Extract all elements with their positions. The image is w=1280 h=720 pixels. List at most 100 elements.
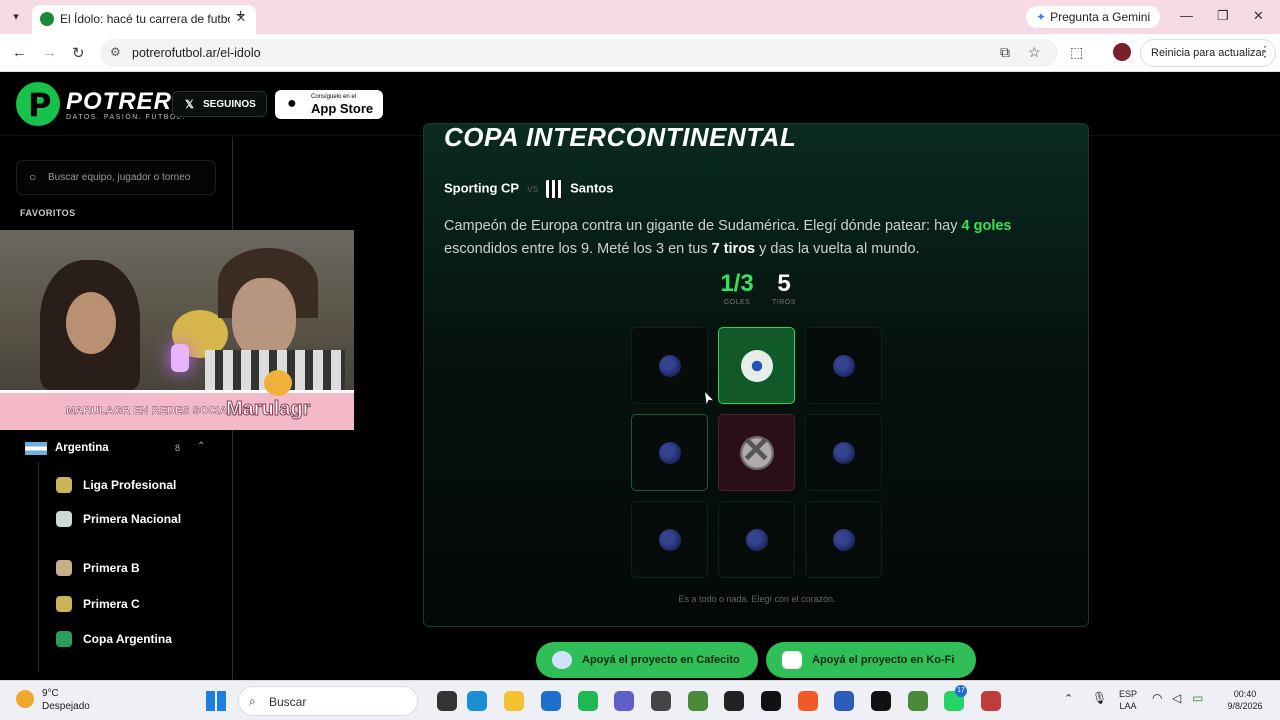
tab-search-menu-icon[interactable]: ▾ [6,8,26,26]
bear-sticker-icon [264,370,292,396]
chrome-active-icon[interactable] [981,691,1001,711]
potrero-logo-icon[interactable] [16,82,60,126]
shot-cell-hidden[interactable] [805,327,882,404]
window-close-icon[interactable]: ✕ [1253,8,1264,24]
whatsapp-badge: 17 [955,685,967,697]
clock[interactable]: 00:40 9/8/2026 [1222,688,1268,712]
taskbar-search-icon: ⌕ [249,694,256,708]
new-tab-icon[interactable]: + [236,7,245,25]
gemini-button[interactable]: ✦ Pregunta a Gemini [1026,6,1161,28]
maximize-icon[interactable]: ❐ [1217,8,1229,24]
file-explorer-icon[interactable] [504,691,524,711]
site-favicon-icon [40,12,54,26]
league-name: Copa Argentina [83,632,172,646]
edge-icon[interactable] [467,691,487,711]
team-home: Sporting CP [444,180,520,196]
volume-icon[interactable]: ◁ [1172,692,1181,704]
cafecito-icon [552,651,572,669]
store-icon[interactable] [541,691,561,711]
shot-cell-hidden[interactable] [718,501,795,578]
shot-cell-hidden[interactable] [805,501,882,578]
kofi-heart-icon [782,651,802,669]
soccer-ball-icon [659,529,681,551]
chrome-icon[interactable] [688,691,708,711]
sidebar-search-input[interactable]: ○ Buscar equipo, jugador o torneo [16,160,216,195]
bookmark-star-icon[interactable]: ☆ [1028,44,1041,61]
follow-label: SEGUINOS [203,99,256,110]
weather-moon-icon[interactable] [16,690,34,708]
lang-2: LAA [1119,701,1137,711]
vs-label: vs [527,183,539,196]
task-view-icon[interactable] [437,691,457,711]
kofi-label: Apoyá el proyecto en Ko-Fi [812,654,955,666]
chatgpt-icon[interactable] [871,691,891,711]
site-info-icon[interactable]: ⚙ [110,45,121,59]
soccer-ball-icon [659,355,681,377]
stream-banner: MARULAGR EN REDES SOCIALES Marulagr [0,390,354,430]
language-indicator[interactable]: ESP LAA [1116,688,1140,712]
league-crest-icon [56,511,72,527]
argentina-flag-icon [25,442,47,455]
league-name: Primera C [83,597,140,611]
taskbar-search[interactable]: ⌕ Buscar [238,686,418,716]
reload-icon[interactable]: ↻ [72,44,85,62]
santos-crest-icon [546,180,563,198]
shot-grid: ✕ [631,327,882,578]
relaunch-button[interactable]: Reinicia para actualizar [1140,39,1277,67]
shot-cell-miss[interactable]: ✕ [718,414,795,491]
microphone-icon[interactable]: 🎙 [1092,692,1107,704]
word-icon[interactable] [834,691,854,711]
spotify-icon[interactable] [578,691,598,711]
miss-x-icon: ✕ [741,429,772,470]
browser-menu-icon[interactable]: ⋮ [1258,43,1272,60]
tray-overflow-icon[interactable]: ⌃ [1064,693,1073,705]
omnibox[interactable]: ⚙ potrerofutbol.ar/el-idolo [100,39,1058,67]
minimize-icon[interactable]: — [1180,8,1193,23]
sidebar-country-argentina[interactable]: Argentina 8 ⌃ [25,440,215,456]
app-icon[interactable] [761,691,781,711]
extensions-icon[interactable]: ⬚ [1070,44,1083,61]
search-icon: ○ [29,170,37,184]
weather-desc: Despejado [42,701,90,712]
shots-value: 5 [777,270,791,297]
desc-text-1: Campeón de Europa contra un gigante de S… [444,218,962,234]
cup-title: COPA INTERCONTINENTAL [444,123,797,152]
shot-cell-hidden[interactable] [631,501,708,578]
league-crest-icon [56,596,72,612]
league-name: Liga Profesional [83,478,177,492]
wifi-icon[interactable]: ◠ [1152,692,1162,704]
appstore-big-label: App Store [311,101,374,116]
chevron-up-icon[interactable]: ⌃ [197,441,205,452]
shot-cell-hidden[interactable] [805,414,882,491]
app-icon[interactable] [651,691,671,711]
shot-cell-hidden[interactable] [631,327,708,404]
app-store-button[interactable]: ● Consíguelo en el App Store [275,90,383,119]
soccer-ball-icon [741,350,773,382]
league-crest-icon [56,477,72,493]
weather-temp: 9°C [42,688,59,699]
profile-avatar[interactable] [1113,43,1131,61]
battery-icon[interactable]: ▭ [1192,692,1203,704]
tree-line [38,462,39,672]
chrome-profile-icon[interactable] [724,691,744,711]
teams-icon[interactable] [614,691,634,711]
follow-x-button[interactable]: 𝕏 SEGUINOS [172,91,267,117]
cafecito-button[interactable]: Apoyá el proyecto en Cafecito [536,642,758,678]
banner-logo: Marulagr [225,398,311,421]
shot-cell-goal[interactable] [718,327,795,404]
kofi-button[interactable]: Apoyá el proyecto en Ko-Fi [766,642,976,678]
match-line: Sporting CP vs Santos [444,180,613,198]
install-app-icon[interactable]: ⧉ [1000,44,1010,61]
windows-start-icon[interactable] [206,691,226,711]
forward-icon[interactable]: → [42,44,57,61]
brave-icon[interactable] [798,691,818,711]
browser-tab[interactable]: El Ídolo: hacé tu carrera de futbol ✕ [32,5,256,34]
url-text[interactable]: potrerofutbol.ar/el-idolo [132,46,261,60]
chrome-icon[interactable] [908,691,928,711]
desc-text-3: y das la vuelta al mundo. [755,241,920,257]
game-description: Campeón de Europa contra un gigante de S… [444,215,1064,261]
weather-widget[interactable]: 9°C Despejado [42,687,90,713]
back-icon[interactable]: ← [12,44,27,61]
windows-taskbar: 9°C Despejado ⌕ Buscar 17 ⌃ 🎙 ESP LAA ◠ … [0,680,1280,720]
shot-cell-visited[interactable] [631,414,708,491]
